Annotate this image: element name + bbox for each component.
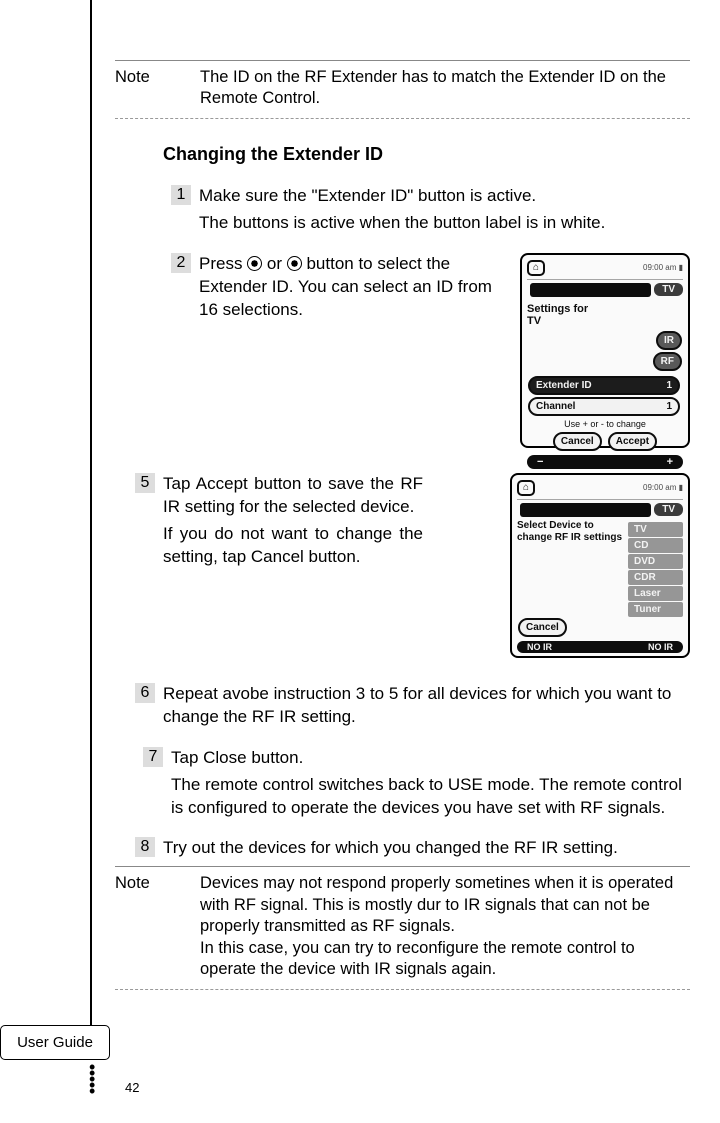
side-tab-user-guide: User Guide — [0, 1025, 110, 1060]
step-text: Try out the devices for which you change… — [163, 837, 690, 860]
step-text: The remote control switches back to USE … — [171, 774, 690, 820]
step-text: Tap Close button. — [171, 747, 690, 770]
figure-noir-right: NO IR — [638, 642, 683, 652]
figure-plus: + — [657, 456, 683, 468]
figure-device-item: Laser — [628, 586, 683, 601]
step-text: If you do not want to change the setting… — [163, 523, 423, 569]
vertical-dots: ••••• — [89, 1064, 95, 1094]
figure-noir-left: NO IR — [517, 642, 562, 652]
figure-settings: ⌂ 09:00 am ▮ TV Settings for TV IR RF Ex… — [520, 253, 690, 448]
plus-icon — [287, 256, 302, 271]
step-text: Press — [199, 254, 247, 273]
figure-channel-label: Channel — [536, 401, 575, 412]
note-bottom: Note Devices may not respond properly so… — [115, 866, 690, 989]
figure-label: TV — [527, 315, 541, 327]
step-1: 1 Make sure the "Extender ID" button is … — [171, 185, 690, 235]
section-title: Changing the Extender ID — [163, 144, 690, 165]
step-text: Tap Accept button to save the RF IR sett… — [163, 473, 423, 519]
figure-device-item: TV — [628, 522, 683, 537]
step-7: 7 Tap Close button. The remote control s… — [143, 747, 690, 820]
note-text: Devices may not respond properly sometin… — [200, 873, 690, 937]
step-8: 8 Try out the devices for which you chan… — [135, 837, 690, 860]
figure-channel-value: 1 — [666, 401, 672, 412]
step-text: Repeat avobe instruction 3 to 5 for all … — [163, 683, 690, 729]
figure-cancel-button: Cancel — [553, 432, 602, 451]
figure-extender-value: 1 — [666, 380, 672, 391]
step-number: 5 — [135, 473, 155, 493]
figure-tv-label: TV — [654, 283, 683, 296]
figure-time: 09:00 am ▮ — [643, 483, 683, 492]
step-number: 7 — [143, 747, 163, 767]
note-label: Note — [115, 67, 200, 110]
figure-ir-pill: IR — [656, 331, 682, 350]
figure-label: Settings for — [527, 303, 588, 315]
page-number: 42 — [125, 1080, 139, 1095]
figure-device-item: DVD — [628, 554, 683, 569]
step-text: The buttons is active when the button la… — [199, 212, 690, 235]
figure-cancel-button: Cancel — [518, 618, 567, 637]
figure-extender-label: Extender ID — [536, 380, 592, 391]
note-label: Note — [115, 873, 200, 980]
vertical-rule — [90, 0, 92, 1060]
minus-icon — [247, 256, 262, 271]
home-icon: ⌂ — [527, 260, 545, 276]
note-text: In this case, you can try to reconfigure… — [200, 938, 690, 981]
step-2: 2 Press or button to select the Extender… — [171, 253, 510, 322]
home-icon: ⌂ — [517, 480, 535, 496]
note-top: Note The ID on the RF Extender has to ma… — [115, 60, 690, 119]
note-text: The ID on the RF Extender has to match t… — [200, 67, 690, 110]
figure-device-list-items: TV CD DVD CDR Laser Tuner — [628, 522, 683, 617]
step-number: 6 — [135, 683, 155, 703]
figure-hint: Use + or - to change — [527, 419, 683, 429]
figure-accept-button: Accept — [608, 432, 657, 451]
step-number: 2 — [171, 253, 191, 273]
figure-tv-label: TV — [654, 503, 683, 516]
figure-time: 09:00 am ▮ — [643, 263, 683, 272]
figure-minus: − — [527, 456, 553, 468]
step-6: 6 Repeat avobe instruction 3 to 5 for al… — [135, 683, 690, 729]
step-number: 8 — [135, 837, 155, 857]
step-5: 5 Tap Accept button to save the RF IR se… — [135, 473, 500, 569]
figure-device-list: ⌂ 09:00 am ▮ TV Select Device to change … — [510, 473, 690, 658]
figure-rf-pill: RF — [653, 352, 682, 371]
step-text: or — [262, 254, 287, 273]
step-text: Make sure the "Extender ID" button is ac… — [199, 185, 690, 208]
figure-select-device-label: Select Device to change RF IR settings — [517, 520, 624, 617]
figure-device-item: Tuner — [628, 602, 683, 617]
figure-device-item: CD — [628, 538, 683, 553]
figure-device-item: CDR — [628, 570, 683, 585]
step-number: 1 — [171, 185, 191, 205]
